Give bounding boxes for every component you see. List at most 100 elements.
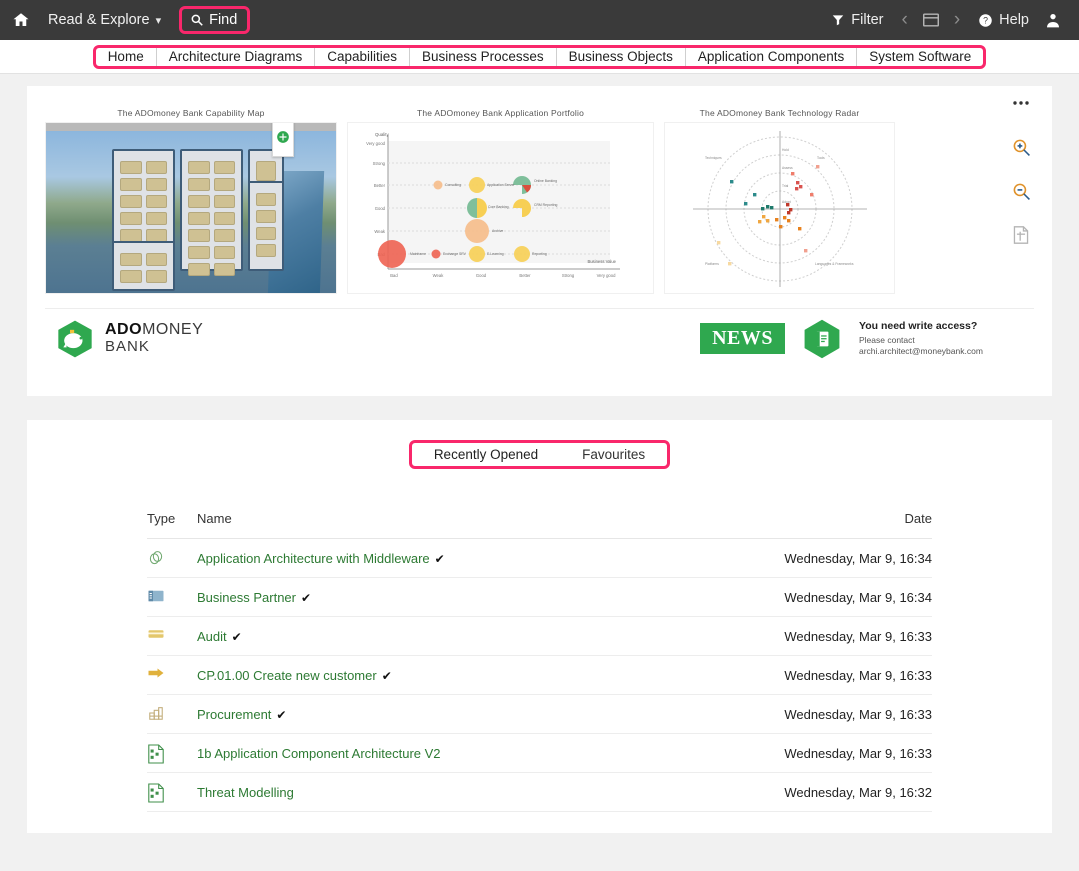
- row-date-cell: Wednesday, Mar 9, 16:32: [757, 772, 932, 812]
- top-app-bar: Read & Explore ▾ Find Filter ‹ › ? Help: [0, 0, 1079, 40]
- tab-architecture-diagrams[interactable]: Architecture Diagrams: [157, 47, 316, 66]
- tab-business-processes[interactable]: Business Processes: [410, 47, 557, 66]
- zoom-out-icon[interactable]: [1012, 180, 1031, 202]
- help-label: Help: [999, 12, 1029, 28]
- row-date-cell: Wednesday, Mar 9, 16:33: [757, 616, 932, 656]
- table-row[interactable]: Business Partner ✔ Wednesday, Mar 9, 16:3…: [147, 577, 932, 617]
- portfolio-bubble-chart: Very good Strong Better Good Weak Bad Quali…: [348, 123, 653, 293]
- row-name-cell: Business Partner ✔: [197, 577, 757, 617]
- tabstrip-container: Home Architecture Diagrams Capabilities …: [0, 40, 1079, 74]
- thumbnail-row: The ADOmoney Bank Capability Map The ADO…: [27, 86, 1052, 294]
- diagram-page-icon: [147, 783, 165, 803]
- tab-system-software[interactable]: System Software: [857, 48, 983, 66]
- filter-label: Filter: [851, 12, 884, 28]
- svg-text:CRM Reporting: CRM Reporting: [534, 203, 557, 207]
- thumbnail-application-portfolio[interactable]: The ADOmoney Bank Application Portfolio: [347, 108, 654, 294]
- svg-text:Languages & Frameworks: Languages & Frameworks: [815, 262, 854, 266]
- news-band: ADOMONEY BANK NEWS You need write access…: [45, 308, 1034, 368]
- row-date-cell: Wednesday, Mar 9, 16:33: [757, 655, 932, 695]
- svg-text:Business Value: Business Value: [587, 259, 616, 264]
- home-icon[interactable]: [8, 7, 34, 33]
- brand-text: ADOMONEY BANK: [105, 321, 203, 355]
- more-options-icon[interactable]: [1013, 92, 1029, 114]
- fit-page-icon[interactable]: [1012, 224, 1030, 246]
- row-name-link[interactable]: 1b Application Component Architecture V2: [197, 746, 441, 761]
- tab-home[interactable]: Home: [96, 47, 157, 66]
- table-row[interactable]: Procurement ✔ Wednesday, Mar 9, 16:33: [147, 694, 932, 734]
- table-row[interactable]: Application Architecture with Middleware…: [147, 538, 932, 578]
- svg-text:Good: Good: [375, 206, 386, 211]
- recently-opened-card: Recently Opened Favourites Type Name Dat…: [27, 420, 1052, 833]
- document-hexagon-icon: [804, 319, 840, 358]
- row-name-cell: Audit ✔: [197, 616, 757, 656]
- capability-group: [112, 241, 175, 291]
- row-type-icon-cell: [147, 772, 197, 812]
- tab-favourites[interactable]: Favourites: [560, 443, 667, 466]
- chevron-down-icon: ▾: [155, 14, 162, 27]
- row-name-cell: Threat Modelling: [197, 772, 757, 812]
- tab-recently-opened[interactable]: Recently Opened: [412, 443, 560, 466]
- column-header-date[interactable]: Date: [757, 511, 932, 539]
- help-icon: ?: [979, 13, 992, 27]
- rings-object-icon: [147, 549, 165, 567]
- help-button[interactable]: ? Help: [968, 12, 1039, 28]
- row-date-cell: Wednesday, Mar 9, 16:34: [757, 577, 932, 617]
- svg-text:Very good: Very good: [366, 141, 386, 146]
- row-type-icon-cell: [147, 616, 197, 656]
- svg-text:Weak: Weak: [433, 273, 445, 278]
- thumbnail-title: The ADOmoney Bank Technology Radar: [699, 108, 860, 118]
- table-row[interactable]: CP.01.00 Create new customer ✔ Wednesday,…: [147, 655, 932, 695]
- row-name-cell: 1b Application Component Architecture V2: [197, 733, 757, 773]
- technology-radar-chart: Techniques Tools Platforms Languages & F…: [665, 123, 894, 293]
- row-type-icon-cell: [147, 655, 197, 695]
- table-row[interactable]: 1b Application Component Architecture V2…: [147, 733, 932, 773]
- row-type-icon-cell: [147, 694, 197, 734]
- svg-text:Application Server: Application Server: [487, 183, 515, 187]
- row-name-link[interactable]: Business Partner: [197, 590, 296, 605]
- row-name-link[interactable]: CP.01.00 Create new customer: [197, 668, 377, 683]
- svg-text:Hold: Hold: [782, 148, 789, 152]
- find-button[interactable]: Find: [179, 6, 251, 34]
- user-avatar-icon[interactable]: [1039, 11, 1067, 29]
- diagram-page-icon: [147, 744, 165, 764]
- row-name-link[interactable]: Threat Modelling: [197, 785, 294, 800]
- tab-business-objects[interactable]: Business Objects: [557, 47, 686, 66]
- capability-add-popup[interactable]: [272, 123, 294, 157]
- filter-button[interactable]: Filter: [821, 12, 893, 28]
- svg-text:?: ?: [983, 15, 988, 25]
- svg-text:E-Learning: E-Learning: [487, 252, 504, 256]
- svg-text:Archive: Archive: [492, 229, 503, 233]
- topbar-right-group: Filter ‹ › ? Help: [821, 9, 1079, 31]
- back-arrow-icon[interactable]: ‹: [894, 9, 916, 31]
- svg-text:Assess: Assess: [782, 166, 793, 170]
- table-row[interactable]: Threat Modelling Wednesday, Mar 9, 16:32: [147, 772, 932, 812]
- thumbnail-capability-map[interactable]: The ADOmoney Bank Capability Map: [45, 108, 337, 294]
- read-and-explore-menu[interactable]: Read & Explore ▾: [48, 12, 161, 28]
- thumbnail-title: The ADOmoney Bank Capability Map: [117, 108, 265, 118]
- news-badge: NEWS: [700, 323, 785, 354]
- row-name-link[interactable]: Audit: [197, 629, 227, 644]
- segmented-control-wrap: Recently Opened Favourites: [27, 440, 1052, 469]
- svg-text:Strong: Strong: [373, 161, 386, 166]
- tab-application-components[interactable]: Application Components: [686, 47, 858, 66]
- table-row[interactable]: Audit ✔ Wednesday, Mar 9, 16:33: [147, 616, 932, 656]
- navigation-tabstrip: Home Architecture Diagrams Capabilities …: [92, 44, 987, 69]
- column-header-type[interactable]: Type: [147, 511, 197, 539]
- svg-text:Core Banking: Core Banking: [488, 205, 509, 209]
- row-name-cell: CP.01.00 Create new customer ✔: [197, 655, 757, 695]
- zoom-in-icon[interactable]: [1012, 136, 1031, 158]
- forward-arrow-icon[interactable]: ›: [946, 9, 968, 31]
- svg-text:Tools: Tools: [817, 156, 825, 160]
- row-name-cell: Application Architecture with Middleware…: [197, 538, 757, 578]
- window-icon[interactable]: [916, 12, 946, 28]
- application-portfolio-preview: Very good Strong Better Good Weak Bad Quali…: [347, 122, 654, 294]
- news-area: NEWS You need write access? Please conta…: [700, 317, 1024, 361]
- row-name-link[interactable]: Procurement: [197, 707, 271, 722]
- column-header-name[interactable]: Name: [197, 511, 757, 539]
- row-name-link[interactable]: Application Architecture with Middleware: [197, 551, 430, 566]
- capability-group: [112, 149, 175, 250]
- card-audit-icon: [147, 627, 165, 645]
- thumbnail-technology-radar[interactable]: The ADOmoney Bank Technology Radar Techn…: [664, 108, 895, 294]
- row-check-icon: ✔: [231, 629, 242, 644]
- tab-capabilities[interactable]: Capabilities: [315, 47, 411, 66]
